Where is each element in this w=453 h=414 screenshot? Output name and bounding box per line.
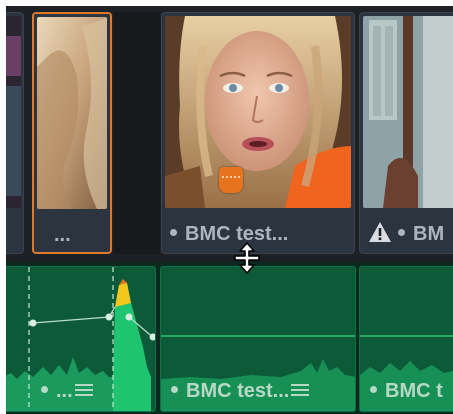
trim-cursor-icon xyxy=(234,242,260,274)
audio-clip-first[interactable]: ... xyxy=(6,266,156,412)
clip-label: ... xyxy=(54,224,71,246)
clip-name: BMC t xyxy=(385,380,443,402)
clip-name: ... xyxy=(56,380,73,402)
clip-label: ... xyxy=(41,380,93,403)
clip-thumbnail xyxy=(363,16,453,208)
clip-name: BMC test... xyxy=(186,380,290,402)
clip-dot xyxy=(171,386,178,394)
clip-label: BMC test... xyxy=(171,380,310,403)
clip-label: BM xyxy=(398,223,444,246)
clip-dot xyxy=(170,229,177,237)
video-clip-partial-left[interactable] xyxy=(6,12,24,254)
marker-icon[interactable] xyxy=(219,167,243,193)
clip-thumbnail xyxy=(37,17,107,209)
video-clip-selected[interactable]: ... xyxy=(32,12,112,254)
clip-thumbnail xyxy=(165,16,351,208)
video-clip-bmc-test[interactable]: BMC test... xyxy=(161,12,355,254)
track-gap xyxy=(114,12,160,254)
video-clip-partial-right[interactable]: BM xyxy=(359,12,453,254)
clip-dot xyxy=(370,386,377,394)
clip-label: BMC t xyxy=(370,380,443,403)
clip-dot xyxy=(398,229,405,237)
clip-menu-icon[interactable] xyxy=(291,383,310,396)
clip-thumbnail xyxy=(6,16,21,208)
clip-dot xyxy=(41,386,48,394)
audio-track: ... BMC test... BMC t xyxy=(6,262,453,414)
clip-label: BMC test... xyxy=(170,223,288,246)
video-track: ... BMC test... BM xyxy=(6,6,453,256)
audio-clip-partial-right[interactable]: BMC t xyxy=(359,266,453,412)
timeline-panel: ... BMC test... BM ... BMC test... BMC t xyxy=(6,6,453,414)
audio-clip-bmc-test[interactable]: BMC test... xyxy=(160,266,356,412)
clip-menu-icon[interactable] xyxy=(74,383,93,396)
warning-icon xyxy=(369,222,391,242)
clip-name: BM xyxy=(413,223,445,245)
